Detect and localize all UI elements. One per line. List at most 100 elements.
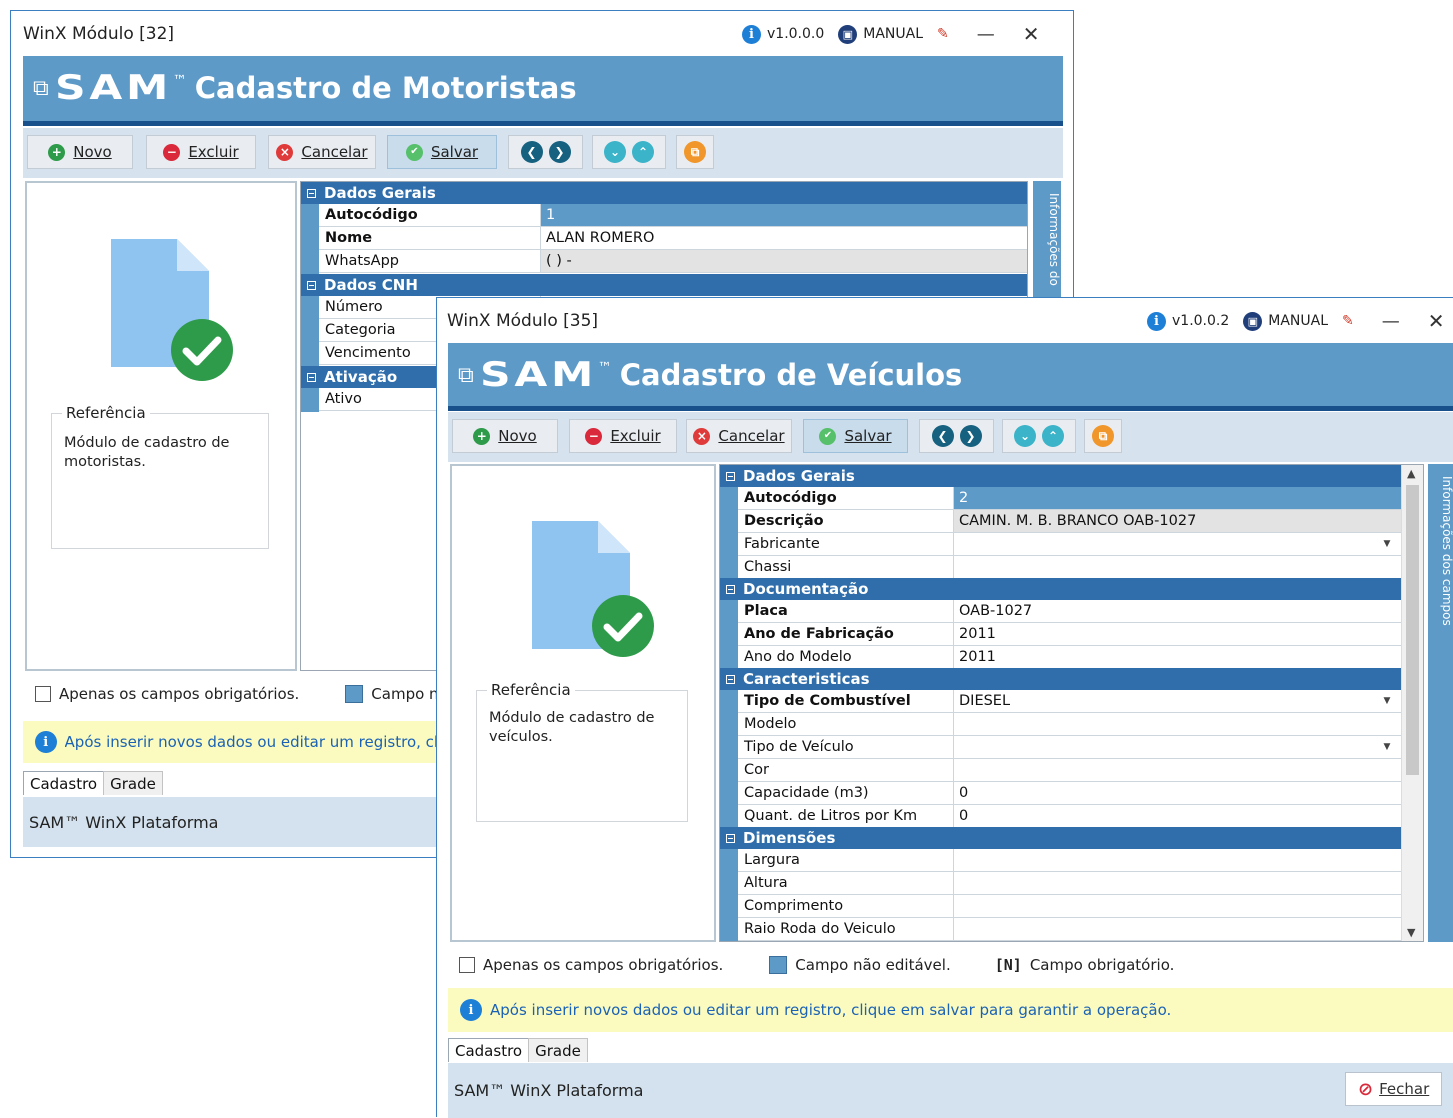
scroll-up-icon[interactable]: ▲	[1407, 467, 1415, 480]
chevron-down-icon[interactable]: ⌄	[1014, 425, 1036, 447]
previous-icon[interactable]: ❮	[520, 141, 543, 163]
section-title: Documentação	[743, 580, 869, 598]
collapse-icon[interactable]	[726, 584, 735, 594]
dropdown-arrow-icon[interactable]: ▼	[1375, 739, 1399, 755]
collapse-icon[interactable]	[307, 188, 316, 198]
side-tab-info[interactable]: Informações do	[1033, 181, 1061, 301]
expand-collapse-group: ⌄ ⌃	[1002, 419, 1076, 453]
ano-modelo-field[interactable]: 2011	[954, 646, 1401, 668]
vertical-scrollbar[interactable]: ▲ ▼	[1401, 465, 1423, 941]
scroll-down-icon[interactable]: ▼	[1407, 926, 1415, 939]
close-icon[interactable]: ✕	[1428, 309, 1445, 333]
new-button[interactable]: + Novo	[27, 135, 133, 169]
info-icon[interactable]: i	[1147, 311, 1166, 331]
next-icon[interactable]: ❯	[548, 141, 571, 163]
chevron-up-icon[interactable]: ⌃	[1042, 425, 1064, 447]
save-button[interactable]: ✔ Salvar	[803, 419, 908, 453]
cancel-button[interactable]: × Cancelar	[686, 419, 792, 453]
popout-icon[interactable]: ⧉	[684, 141, 706, 163]
modelo-field[interactable]	[954, 713, 1401, 735]
collapse-icon[interactable]	[726, 471, 735, 481]
tab-cadastro[interactable]: Cadastro	[23, 771, 105, 795]
info-icon[interactable]: i	[742, 24, 761, 44]
field-label: Fabricante	[738, 533, 954, 555]
dropdown-arrow-icon[interactable]: ▼	[1375, 536, 1399, 552]
collapse-icon[interactable]	[307, 280, 316, 290]
cor-field[interactable]	[954, 759, 1401, 781]
footer-text: SAM™ WinX Plataforma	[29, 812, 219, 832]
fabricante-dropdown[interactable]: ▼	[954, 533, 1401, 555]
descricao-field[interactable]: CAMIN. M. B. BRANCO OAB-1027	[954, 510, 1401, 532]
logo-text: SAM	[54, 68, 172, 108]
property-grid: Dados Gerais Autocódigo 2 Descrição CAMIN.…	[719, 464, 1424, 942]
side-tab-info[interactable]: Informações dos campos	[1428, 464, 1453, 942]
only-required-checkbox[interactable]	[459, 957, 475, 973]
placa-field[interactable]: OAB-1027	[954, 600, 1401, 622]
popout-icon[interactable]: ⧉	[1092, 425, 1114, 447]
field-label: Autocódigo	[319, 204, 541, 226]
save-button[interactable]: ✔ Salvar	[387, 135, 497, 169]
title-bar[interactable]: WinX Módulo [35] i v1.0.0.2 ▣ MANUAL ✎ —…	[437, 298, 1453, 342]
scroll-thumb[interactable]	[1406, 485, 1419, 775]
pin-icon[interactable]: ✎	[937, 26, 949, 42]
comprimento-field[interactable]	[954, 895, 1401, 917]
title-bar[interactable]: WinX Módulo [32] i v1.0.0.0 ▣ MANUAL ✎ —…	[11, 11, 1073, 55]
manual-link[interactable]: MANUAL	[863, 26, 923, 42]
section-dados-gerais[interactable]: Dados Gerais	[720, 465, 1401, 487]
close-button[interactable]: ⊘ Fechar	[1345, 1072, 1443, 1106]
raio-roda-field[interactable]	[954, 918, 1401, 940]
combustivel-dropdown[interactable]: DIESEL ▼	[954, 690, 1401, 712]
collapse-icon[interactable]	[307, 372, 316, 382]
chevron-up-icon[interactable]: ⌃	[632, 141, 654, 163]
autocodigo-field[interactable]: 1	[541, 204, 1027, 226]
prev-next-group: ❮ ❯	[919, 419, 994, 453]
tab-grade[interactable]: Grade	[103, 771, 163, 795]
delete-label: Excluir	[610, 427, 661, 445]
window-veiculos: WinX Módulo [35] i v1.0.0.2 ▣ MANUAL ✎ —…	[436, 297, 1453, 1118]
collapse-icon[interactable]	[726, 833, 735, 843]
section-title: Ativação	[324, 368, 398, 386]
section-dados-gerais[interactable]: Dados Gerais	[301, 182, 1027, 204]
field-label: Capacidade (m3)	[738, 782, 954, 804]
minimize-icon[interactable]: —	[977, 24, 995, 45]
left-panel: Referência Módulo de cadastro de motoris…	[25, 181, 297, 671]
litros-km-field[interactable]: 0	[954, 805, 1401, 827]
reference-legend: Referência	[487, 681, 575, 699]
section-dimensoes[interactable]: Dimensões	[720, 827, 1401, 849]
manual-book-icon[interactable]: ▣	[1243, 311, 1263, 331]
collapse-icon[interactable]	[726, 674, 735, 684]
cancel-button[interactable]: × Cancelar	[268, 135, 376, 169]
previous-icon[interactable]: ❮	[931, 425, 954, 447]
chevron-down-icon[interactable]: ⌄	[604, 141, 626, 163]
section-dados-cnh[interactable]: Dados CNH	[301, 274, 1027, 296]
ano-fabricacao-field[interactable]: 2011	[954, 623, 1401, 645]
manual-book-icon[interactable]: ▣	[838, 24, 858, 44]
close-icon[interactable]: ✕	[1023, 22, 1040, 46]
whatsapp-field[interactable]: ( ) -	[541, 250, 1027, 272]
tipo-veiculo-dropdown[interactable]: ▼	[954, 736, 1401, 758]
delete-button[interactable]: − Excluir	[146, 135, 256, 169]
next-icon[interactable]: ❯	[959, 425, 982, 447]
autocodigo-field[interactable]: 2	[954, 487, 1401, 509]
reference-text: Módulo de cadastro de veículos.	[489, 710, 655, 745]
new-button[interactable]: + Novo	[452, 419, 558, 453]
only-required-checkbox[interactable]	[35, 686, 51, 702]
delete-button[interactable]: − Excluir	[569, 419, 677, 453]
pin-icon[interactable]: ✎	[1342, 313, 1354, 329]
chassi-field[interactable]	[954, 556, 1401, 578]
dropdown-arrow-icon[interactable]: ▼	[1375, 693, 1399, 709]
largura-field[interactable]	[954, 849, 1401, 871]
section-caracteristicas[interactable]: Caracteristicas	[720, 668, 1401, 690]
capacidade-field[interactable]: 0	[954, 782, 1401, 804]
tab-grade[interactable]: Grade	[528, 1038, 588, 1062]
tab-cadastro[interactable]: Cadastro	[448, 1038, 530, 1062]
altura-field[interactable]	[954, 872, 1401, 894]
field-value: DIESEL	[959, 693, 1011, 709]
minimize-icon[interactable]: —	[1382, 311, 1400, 332]
section-title: Dados Gerais	[324, 184, 436, 202]
manual-link[interactable]: MANUAL	[1268, 313, 1328, 329]
window-title: WinX Módulo [35]	[447, 311, 599, 331]
nome-field[interactable]: ALAN ROMERO	[541, 227, 1027, 249]
tab-bar: Cadastro Grade	[23, 769, 163, 795]
section-documentacao[interactable]: Documentação	[720, 578, 1401, 600]
